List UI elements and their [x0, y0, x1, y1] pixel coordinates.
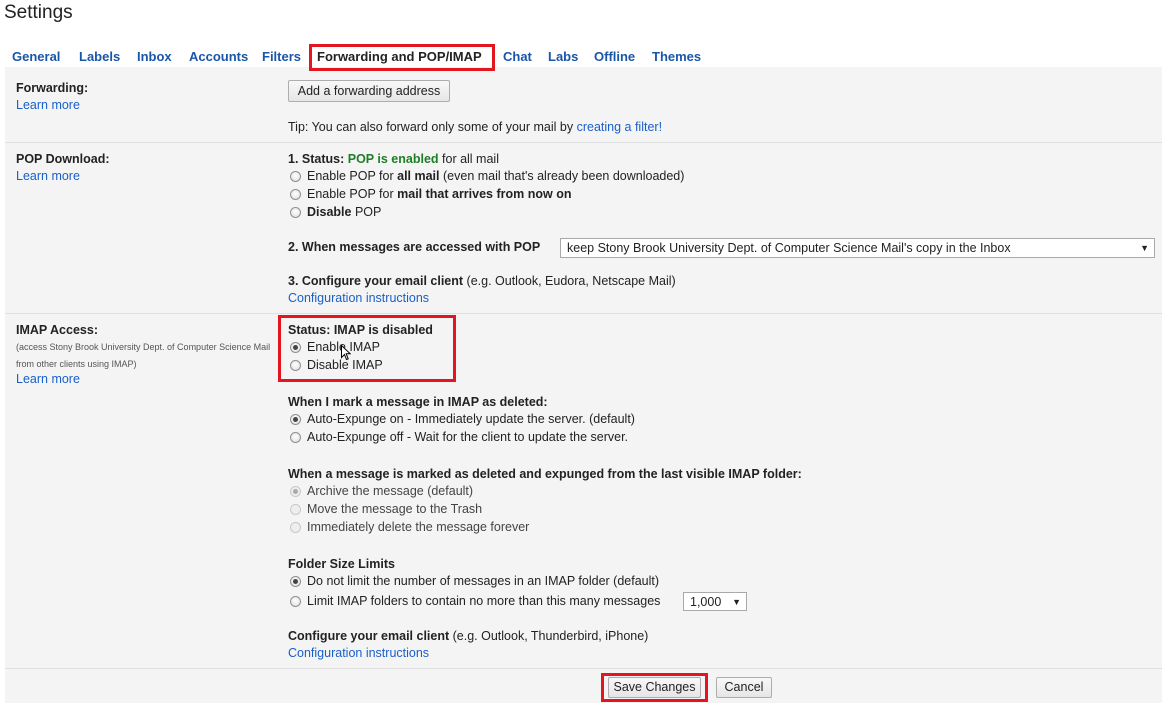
move-to-trash-option[interactable]: Move the message to the Trash [290, 502, 482, 516]
radio-button[interactable] [290, 503, 301, 515]
radio-button[interactable] [290, 521, 301, 533]
option-note: (even mail that's already been downloade… [443, 169, 685, 183]
archive-message-option[interactable]: Archive the message (default) [290, 484, 473, 498]
folder-limit-value: 1,000 [690, 595, 722, 609]
pop-configure-label: 3. Configure your email client [288, 274, 464, 288]
imap-status-highlight [278, 315, 456, 382]
auto-expunge-on-option[interactable]: Auto-Expunge on - Immediately update the… [290, 412, 635, 426]
option-bold-text: all mail [397, 169, 440, 183]
pop-option-disable[interactable]: Disable POP [290, 205, 381, 219]
imap-configure: Configure your email client (e.g. Outloo… [288, 629, 648, 643]
active-tab-highlight [309, 44, 495, 71]
pop-option-all-mail[interactable]: Enable POP for all mail (even mail that'… [290, 169, 684, 183]
tab-labs[interactable]: Labs [548, 49, 578, 64]
pop-configuration-instructions-link[interactable]: Configuration instructions [288, 291, 429, 305]
radio-button[interactable] [290, 188, 301, 200]
option-text: Do not limit the number of messages in a… [307, 574, 660, 588]
forwarding-learn-more-link[interactable]: Learn more [16, 98, 80, 112]
option-bold-text: Disable [307, 205, 352, 219]
delete-forever-option[interactable]: Immediately delete the message forever [290, 520, 529, 534]
tab-accounts[interactable]: Accounts [189, 49, 248, 64]
creating-filter-link[interactable]: creating a filter! [577, 120, 662, 134]
option-text: Limit IMAP folders to contain no more th… [307, 594, 661, 608]
pop-status-value: POP is enabled [347, 152, 439, 166]
forwarding-title: Forwarding: [16, 81, 89, 95]
option-text: Move the message to the Trash [307, 502, 483, 516]
option-bold-text: mail that arrives from now on [397, 187, 572, 201]
radio-button[interactable] [290, 485, 301, 497]
pop-configure-note: (e.g. Outlook, Eudora, Netscape Mail) [466, 274, 676, 288]
tab-filters[interactable]: Filters [262, 49, 301, 64]
tab-offline[interactable]: Offline [594, 49, 635, 64]
option-text: Auto-Expunge off - Wait for the client t… [307, 430, 629, 444]
auto-expunge-off-option[interactable]: Auto-Expunge off - Wait for the client t… [290, 430, 628, 444]
tab-labels[interactable]: Labels [79, 49, 120, 64]
imap-configure-label: Configure your email client [288, 629, 450, 643]
no-folder-limit-option[interactable]: Do not limit the number of messages in a… [290, 574, 659, 588]
pop-status-label: 1. Status: [288, 152, 345, 166]
radio-button[interactable] [290, 206, 301, 218]
tab-chat[interactable]: Chat [503, 49, 532, 64]
option-text: Enable POP for [307, 169, 394, 183]
radio-button[interactable] [290, 595, 301, 607]
folder-size-heading: Folder Size Limits [288, 557, 395, 571]
pop-learn-more-link[interactable]: Learn more [16, 169, 80, 183]
forwarding-tip-text: Tip: You can also forward only some of y… [288, 120, 574, 134]
imap-configure-note: (e.g. Outlook, Thunderbird, iPhone) [452, 629, 649, 643]
pop-download-title: POP Download: [16, 152, 110, 166]
tab-inbox[interactable]: Inbox [137, 49, 172, 64]
limit-folders-option[interactable]: Limit IMAP folders to contain no more th… [290, 594, 660, 608]
folder-limit-select[interactable]: 1,000 ▼ [683, 592, 747, 611]
mouse-pointer-icon [341, 345, 351, 361]
option-text: Immediately delete the message forever [307, 520, 530, 534]
section-divider [5, 313, 1162, 314]
section-divider [5, 142, 1162, 143]
page-title: Settings [4, 2, 73, 23]
imap-access-description: (access Stony Brook University Dept. of … [16, 342, 271, 369]
pop-configure: 3. Configure your email client (e.g. Out… [288, 274, 676, 288]
dropdown-arrow-icon: ▼ [732, 597, 741, 607]
radio-button[interactable] [290, 170, 301, 182]
cancel-button[interactable]: Cancel [716, 677, 772, 698]
dropdown-arrow-icon: ▼ [1140, 243, 1149, 253]
section-divider [5, 668, 1162, 669]
radio-button[interactable] [290, 575, 301, 587]
add-forwarding-address-button[interactable]: Add a forwarding address [288, 80, 450, 102]
imap-expunged-heading: When a message is marked as deleted and … [288, 467, 802, 481]
option-text: Auto-Expunge on - Immediately update the… [307, 412, 635, 426]
imap-access-title: IMAP Access: [16, 323, 98, 337]
pop-option-from-now-on[interactable]: Enable POP for mail that arrives from no… [290, 187, 571, 201]
imap-deleted-heading: When I mark a message in IMAP as deleted… [288, 395, 548, 409]
option-text: POP [354, 205, 382, 219]
option-text: Enable POP for [307, 187, 394, 201]
imap-configuration-instructions-link[interactable]: Configuration instructions [288, 646, 429, 660]
option-text: Archive the message (default) [307, 484, 474, 498]
radio-button[interactable] [290, 431, 301, 443]
tab-general[interactable]: General [12, 49, 60, 64]
tab-themes[interactable]: Themes [652, 49, 701, 64]
pop-access-select-value: keep Stony Brook University Dept. of Com… [567, 241, 1011, 255]
pop-status: 1. Status: POP is enabled for all mail [288, 152, 499, 166]
pop-access-label: 2. When messages are accessed with POP [288, 240, 541, 254]
imap-learn-more-link[interactable]: Learn more [16, 372, 80, 386]
save-button-highlight [601, 673, 708, 702]
radio-button[interactable] [290, 413, 301, 425]
pop-status-suffix: for all mail [442, 152, 499, 166]
forwarding-tip: Tip: You can also forward only some of y… [288, 120, 662, 134]
pop-access-select[interactable]: keep Stony Brook University Dept. of Com… [560, 238, 1155, 258]
